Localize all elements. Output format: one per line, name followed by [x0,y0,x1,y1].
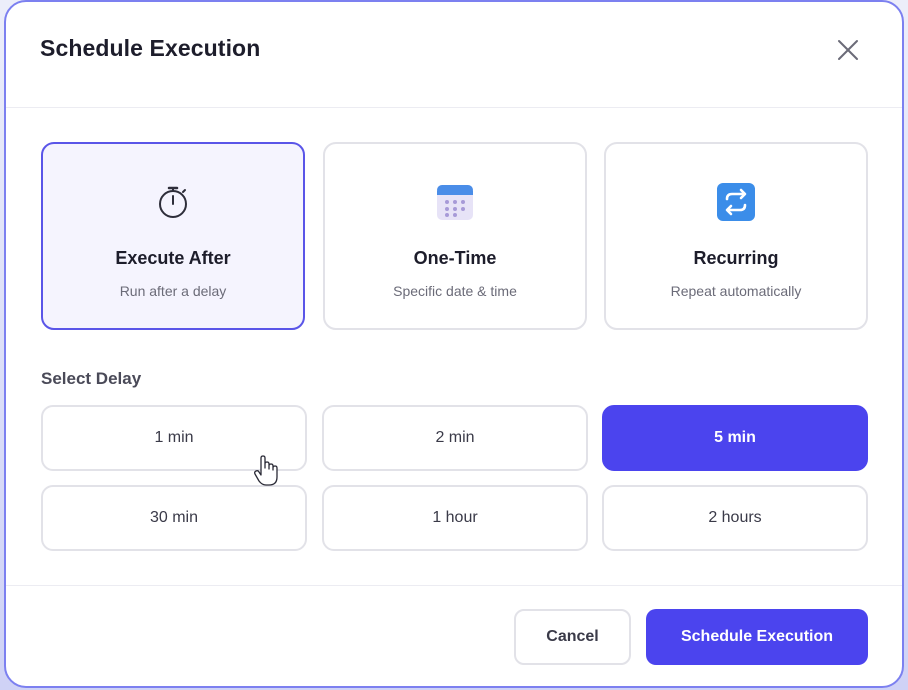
repeat-icon [716,182,756,222]
card-title: One-Time [413,248,497,268]
execute-after-card[interactable]: Execute After Run after a delay [41,142,305,330]
hand-pointer-cursor-icon [254,455,278,487]
schedule-execution-dialog: Schedule Execution Execute After Run aft… [4,0,904,688]
delay-option-2-hours[interactable]: 2 hours [602,485,868,551]
dialog-title: Schedule Execution [40,35,261,61]
calendar-icon [435,182,475,222]
dialog-header: Schedule Execution [6,2,902,108]
card-description: Run after a delay [119,283,227,299]
cancel-button[interactable]: Cancel [514,609,631,665]
delay-option-2-min[interactable]: 2 min [322,405,588,471]
delay-option-30-min[interactable]: 30 min [41,485,307,551]
one-time-card[interactable]: One-Time Specific date & time [323,142,587,330]
card-title: Recurring [693,248,779,268]
delay-option-5-min[interactable]: 5 min [602,405,868,471]
select-delay-label: Select Delay [41,369,142,388]
card-description: Specific date & time [393,283,517,299]
card-description: Repeat automatically [670,283,802,299]
recurring-card[interactable]: Recurring Repeat automatically [604,142,868,330]
card-title: Execute After [115,248,231,268]
schedule-execution-button[interactable]: Schedule Execution [646,609,868,665]
close-icon[interactable] [834,36,862,64]
footer-divider [6,585,902,586]
delay-option-1-hour[interactable]: 1 hour [322,485,588,551]
stopwatch-icon [153,182,193,222]
